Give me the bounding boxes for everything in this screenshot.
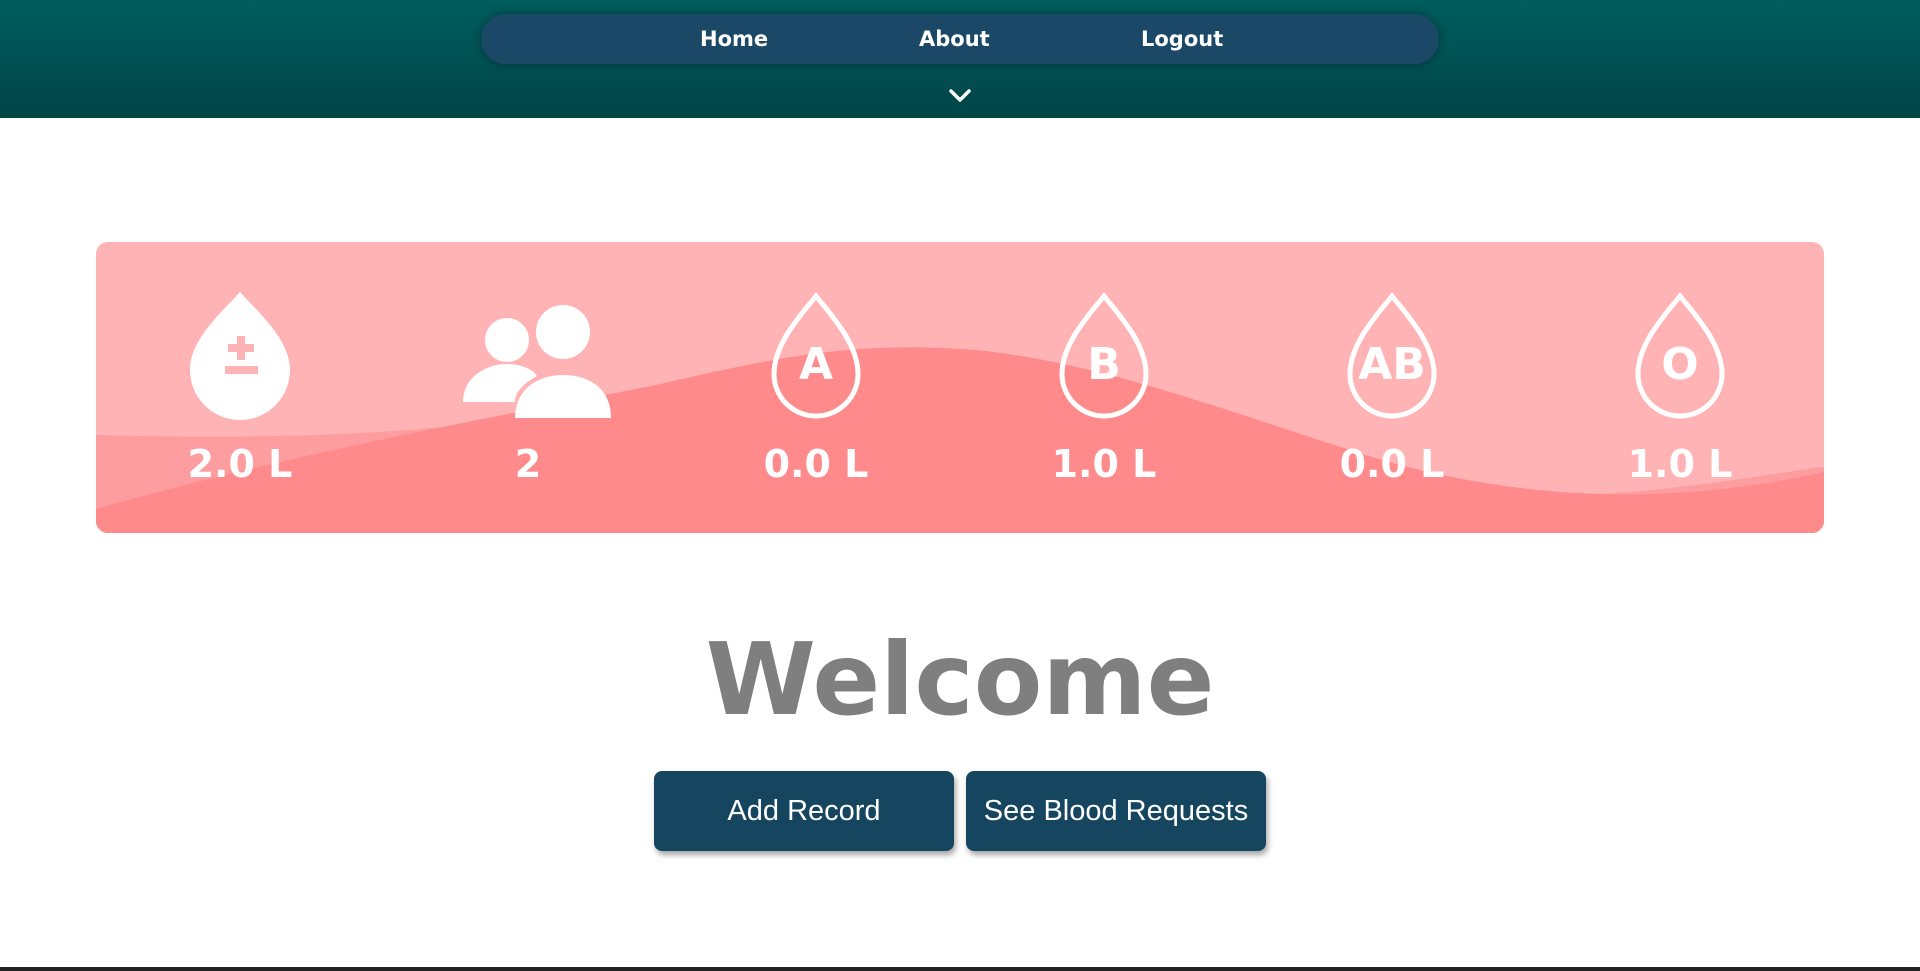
blood-drop-plus-minus-icon — [190, 292, 290, 422]
blood-drop-outline-icon: A — [766, 291, 866, 422]
see-blood-requests-button[interactable]: See Blood Requests — [966, 771, 1266, 851]
stat-value: 1.0 L — [1627, 442, 1733, 486]
stat-value: 2 — [514, 442, 542, 486]
blood-type-label: B — [1087, 339, 1121, 390]
stat-total-blood: 2.0 L — [120, 242, 360, 533]
blood-drop-outline-icon: AB — [1342, 291, 1442, 422]
stat-donors: 2 — [408, 242, 648, 533]
stat-type-a: A 0.0 L — [696, 242, 936, 533]
blood-type-label: AB — [1358, 339, 1426, 390]
page-title: Welcome — [705, 621, 1215, 738]
users-icon — [463, 292, 613, 422]
blood-drop-outline-icon: O — [1630, 291, 1730, 422]
stat-value: 0.0 L — [763, 442, 869, 486]
chevron-down-icon[interactable] — [948, 88, 972, 104]
stat-type-b: B 1.0 L — [984, 242, 1224, 533]
add-record-button[interactable]: Add Record — [654, 771, 954, 851]
nav-logout-link[interactable]: Logout — [1141, 14, 1223, 64]
blood-drop-outline-icon: B — [1054, 291, 1154, 422]
stat-type-ab: AB 0.0 L — [1272, 242, 1512, 533]
blood-type-label: A — [798, 339, 834, 390]
stat-type-o: O 1.0 L — [1560, 242, 1800, 533]
stat-value: 2.0 L — [187, 442, 293, 486]
nav-about-link[interactable]: About — [919, 14, 990, 64]
stat-value: 0.0 L — [1339, 442, 1445, 486]
top-navbar: Home About Logout — [0, 0, 1920, 118]
blood-type-label: O — [1661, 339, 1699, 390]
nav-home-link[interactable]: Home — [700, 14, 768, 64]
blood-stats-panel: 2.0 L 2 A 0.0 L B 1.0 L AB 0.0 L O 1.0 L — [96, 242, 1824, 533]
stat-value: 1.0 L — [1051, 442, 1157, 486]
page-bottom-border — [0, 967, 1920, 971]
nav-menu: Home About Logout — [481, 14, 1439, 64]
